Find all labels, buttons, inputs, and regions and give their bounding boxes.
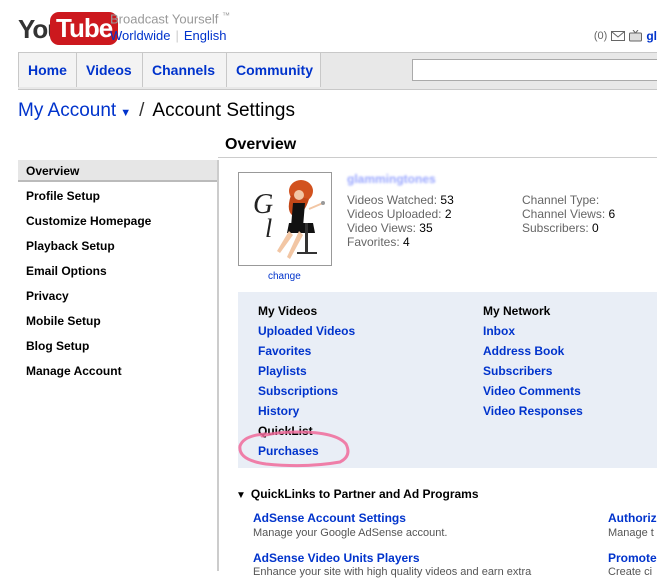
search-input[interactable] xyxy=(412,59,657,81)
tab-home[interactable]: Home xyxy=(18,53,76,87)
dropdown-arrow-icon[interactable]: ▼ xyxy=(120,107,131,119)
link-adsense-video-units[interactable]: AdSense Video Units Players xyxy=(253,551,420,565)
link-playlists[interactable]: Playlists xyxy=(258,364,307,378)
quicklinks-heading[interactable]: ▼ QuickLinks to Partner and Ad Programs xyxy=(236,487,479,501)
collapse-triangle-icon[interactable]: ▼ xyxy=(236,490,246,501)
sidebar-item-mobile-setup[interactable]: Mobile Setup xyxy=(18,310,217,332)
link-address-book[interactable]: Address Book xyxy=(483,344,564,358)
user-utility-bar: (0) gl xyxy=(594,29,657,43)
tab-community[interactable]: Community xyxy=(226,53,321,87)
sidebar-item-manage-account[interactable]: Manage Account xyxy=(18,360,217,382)
avatar[interactable]: G l xyxy=(238,172,332,266)
tagline: Broadcast Yourself ™ xyxy=(110,11,230,26)
link-video-responses[interactable]: Video Responses xyxy=(483,404,583,418)
authorize-desc: Manage t xyxy=(608,527,654,539)
sidebar-item-email-options[interactable]: Email Options xyxy=(18,260,217,282)
sidebar-item-profile-setup[interactable]: Profile Setup xyxy=(18,185,217,207)
breadcrumb-current: Account Settings xyxy=(152,100,295,121)
page-title: Overview xyxy=(225,136,297,153)
stat-subscribers: Subscribers: 0 xyxy=(522,221,599,235)
divider: | xyxy=(175,28,179,43)
link-authorize[interactable]: Authorize xyxy=(608,511,657,525)
stat-videos-watched: Videos Watched: 53 xyxy=(347,193,454,207)
link-video-comments[interactable]: Video Comments xyxy=(483,384,581,398)
region-language: Worldwide | English xyxy=(110,28,226,43)
my-account-dropdown[interactable]: My Account xyxy=(18,100,116,121)
region-link[interactable]: Worldwide xyxy=(110,28,170,43)
svg-text:l: l xyxy=(265,214,272,243)
breadcrumb: My Account ▼ / Account Settings xyxy=(18,100,295,122)
profile-username[interactable]: glammingtones xyxy=(347,172,436,186)
stat-videos-uploaded: Videos Uploaded: 2 xyxy=(347,207,452,221)
tagline-text: Broadcast Yourself xyxy=(110,11,219,27)
sidebar-item-customize-homepage[interactable]: Customize Homepage xyxy=(18,210,217,232)
adsense-account-desc: Manage your Google AdSense account. xyxy=(253,527,448,539)
sidebar-item-blog-setup[interactable]: Blog Setup xyxy=(18,335,217,357)
link-history[interactable]: History xyxy=(258,404,299,418)
trademark-mark: ™ xyxy=(222,11,231,20)
sidebar-item-overview[interactable]: Overview xyxy=(18,160,217,182)
link-favorites[interactable]: Favorites xyxy=(258,344,311,358)
stat-video-views: Video Views: 35 xyxy=(347,221,433,235)
tv-icon[interactable] xyxy=(629,30,643,42)
tab-channels[interactable]: Channels xyxy=(142,53,226,87)
link-inbox[interactable]: Inbox xyxy=(483,324,515,338)
language-link[interactable]: English xyxy=(184,28,227,43)
my-videos-heading: My Videos xyxy=(258,304,318,318)
promote-desc: Create ci xyxy=(608,566,653,578)
link-uploaded-videos[interactable]: Uploaded Videos xyxy=(258,324,355,338)
tab-videos[interactable]: Videos xyxy=(76,53,142,87)
inbox-count: (0) xyxy=(593,30,608,42)
highlight-circle-annotation xyxy=(238,430,350,468)
link-subscribers[interactable]: Subscribers xyxy=(483,364,552,378)
username-link[interactable]: gl xyxy=(646,29,657,43)
link-adsense-account-settings[interactable]: AdSense Account Settings xyxy=(253,511,406,525)
stat-channel-views: Channel Views: 6 xyxy=(522,207,616,221)
adsense-video-units-desc: Enhance your site with high quality vide… xyxy=(253,566,532,578)
link-promote[interactable]: Promote xyxy=(608,551,657,565)
change-avatar-link[interactable]: change xyxy=(268,271,301,282)
main-nav: Home Videos Channels Community xyxy=(18,52,657,90)
sidebar-item-playback-setup[interactable]: Playback Setup xyxy=(18,235,217,257)
mail-icon[interactable] xyxy=(611,31,626,41)
stat-channel-type: Channel Type: xyxy=(522,193,600,207)
avatar-illustration: G l xyxy=(253,180,325,259)
my-network-heading: My Network xyxy=(483,304,551,318)
settings-sidebar: Overview Profile Setup Customize Homepag… xyxy=(18,160,219,571)
title-divider xyxy=(218,157,657,158)
breadcrumb-separator: / xyxy=(139,100,145,121)
link-subscriptions[interactable]: Subscriptions xyxy=(258,384,338,398)
sidebar-item-privacy[interactable]: Privacy xyxy=(18,285,217,307)
youtube-logo-tube[interactable]: Tube xyxy=(50,12,119,45)
stat-favorites: Favorites: 4 xyxy=(347,235,410,249)
